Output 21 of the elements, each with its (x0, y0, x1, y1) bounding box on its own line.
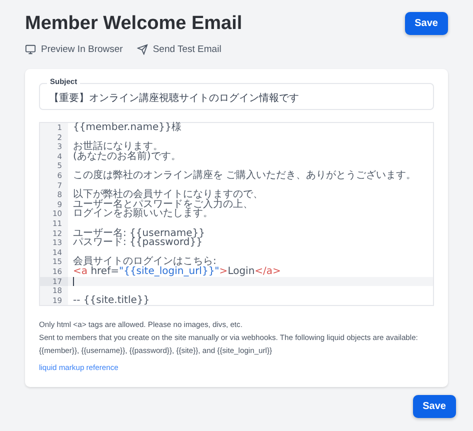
monitor-icon (25, 44, 36, 55)
code-line: {{member.name}}様 (72, 123, 182, 133)
text-cursor (73, 276, 74, 286)
page-title: Member Welcome Email (25, 12, 242, 34)
code-line: ログインをお願いいたします。 (72, 209, 213, 219)
code-line: ユーザー名とパスワードをご入力の上、 (72, 200, 253, 210)
paper-plane-icon (136, 44, 148, 55)
code-line: 以下が弊社の会員サイトになりますので、 (72, 190, 263, 200)
code-line: ユーザー名: {{username}} (72, 228, 205, 238)
code-line: (あなたのお名前)です。 (72, 152, 181, 162)
code-editor[interactable] (39, 122, 434, 306)
code-line: -- {{site.title}} (72, 296, 150, 306)
save-button[interactable]: Save (412, 395, 456, 418)
save-button[interactable]: Save (404, 12, 448, 35)
code-line: 会員サイトのログインはこちら: (72, 257, 216, 267)
send-test-email-link[interactable]: Send Test Email (136, 44, 222, 55)
preview-link[interactable]: Preview In Browser (25, 44, 123, 55)
code-line: <a href="{{site_login_url}}">Login</a> (72, 266, 281, 276)
code-line: お世話になります。 (72, 142, 163, 152)
code-line: パスワード: {{password}} (72, 238, 202, 248)
code-line: この度は弊社のオンライン講座を ご購入いただき、ありがとうございます。 (72, 170, 416, 181)
